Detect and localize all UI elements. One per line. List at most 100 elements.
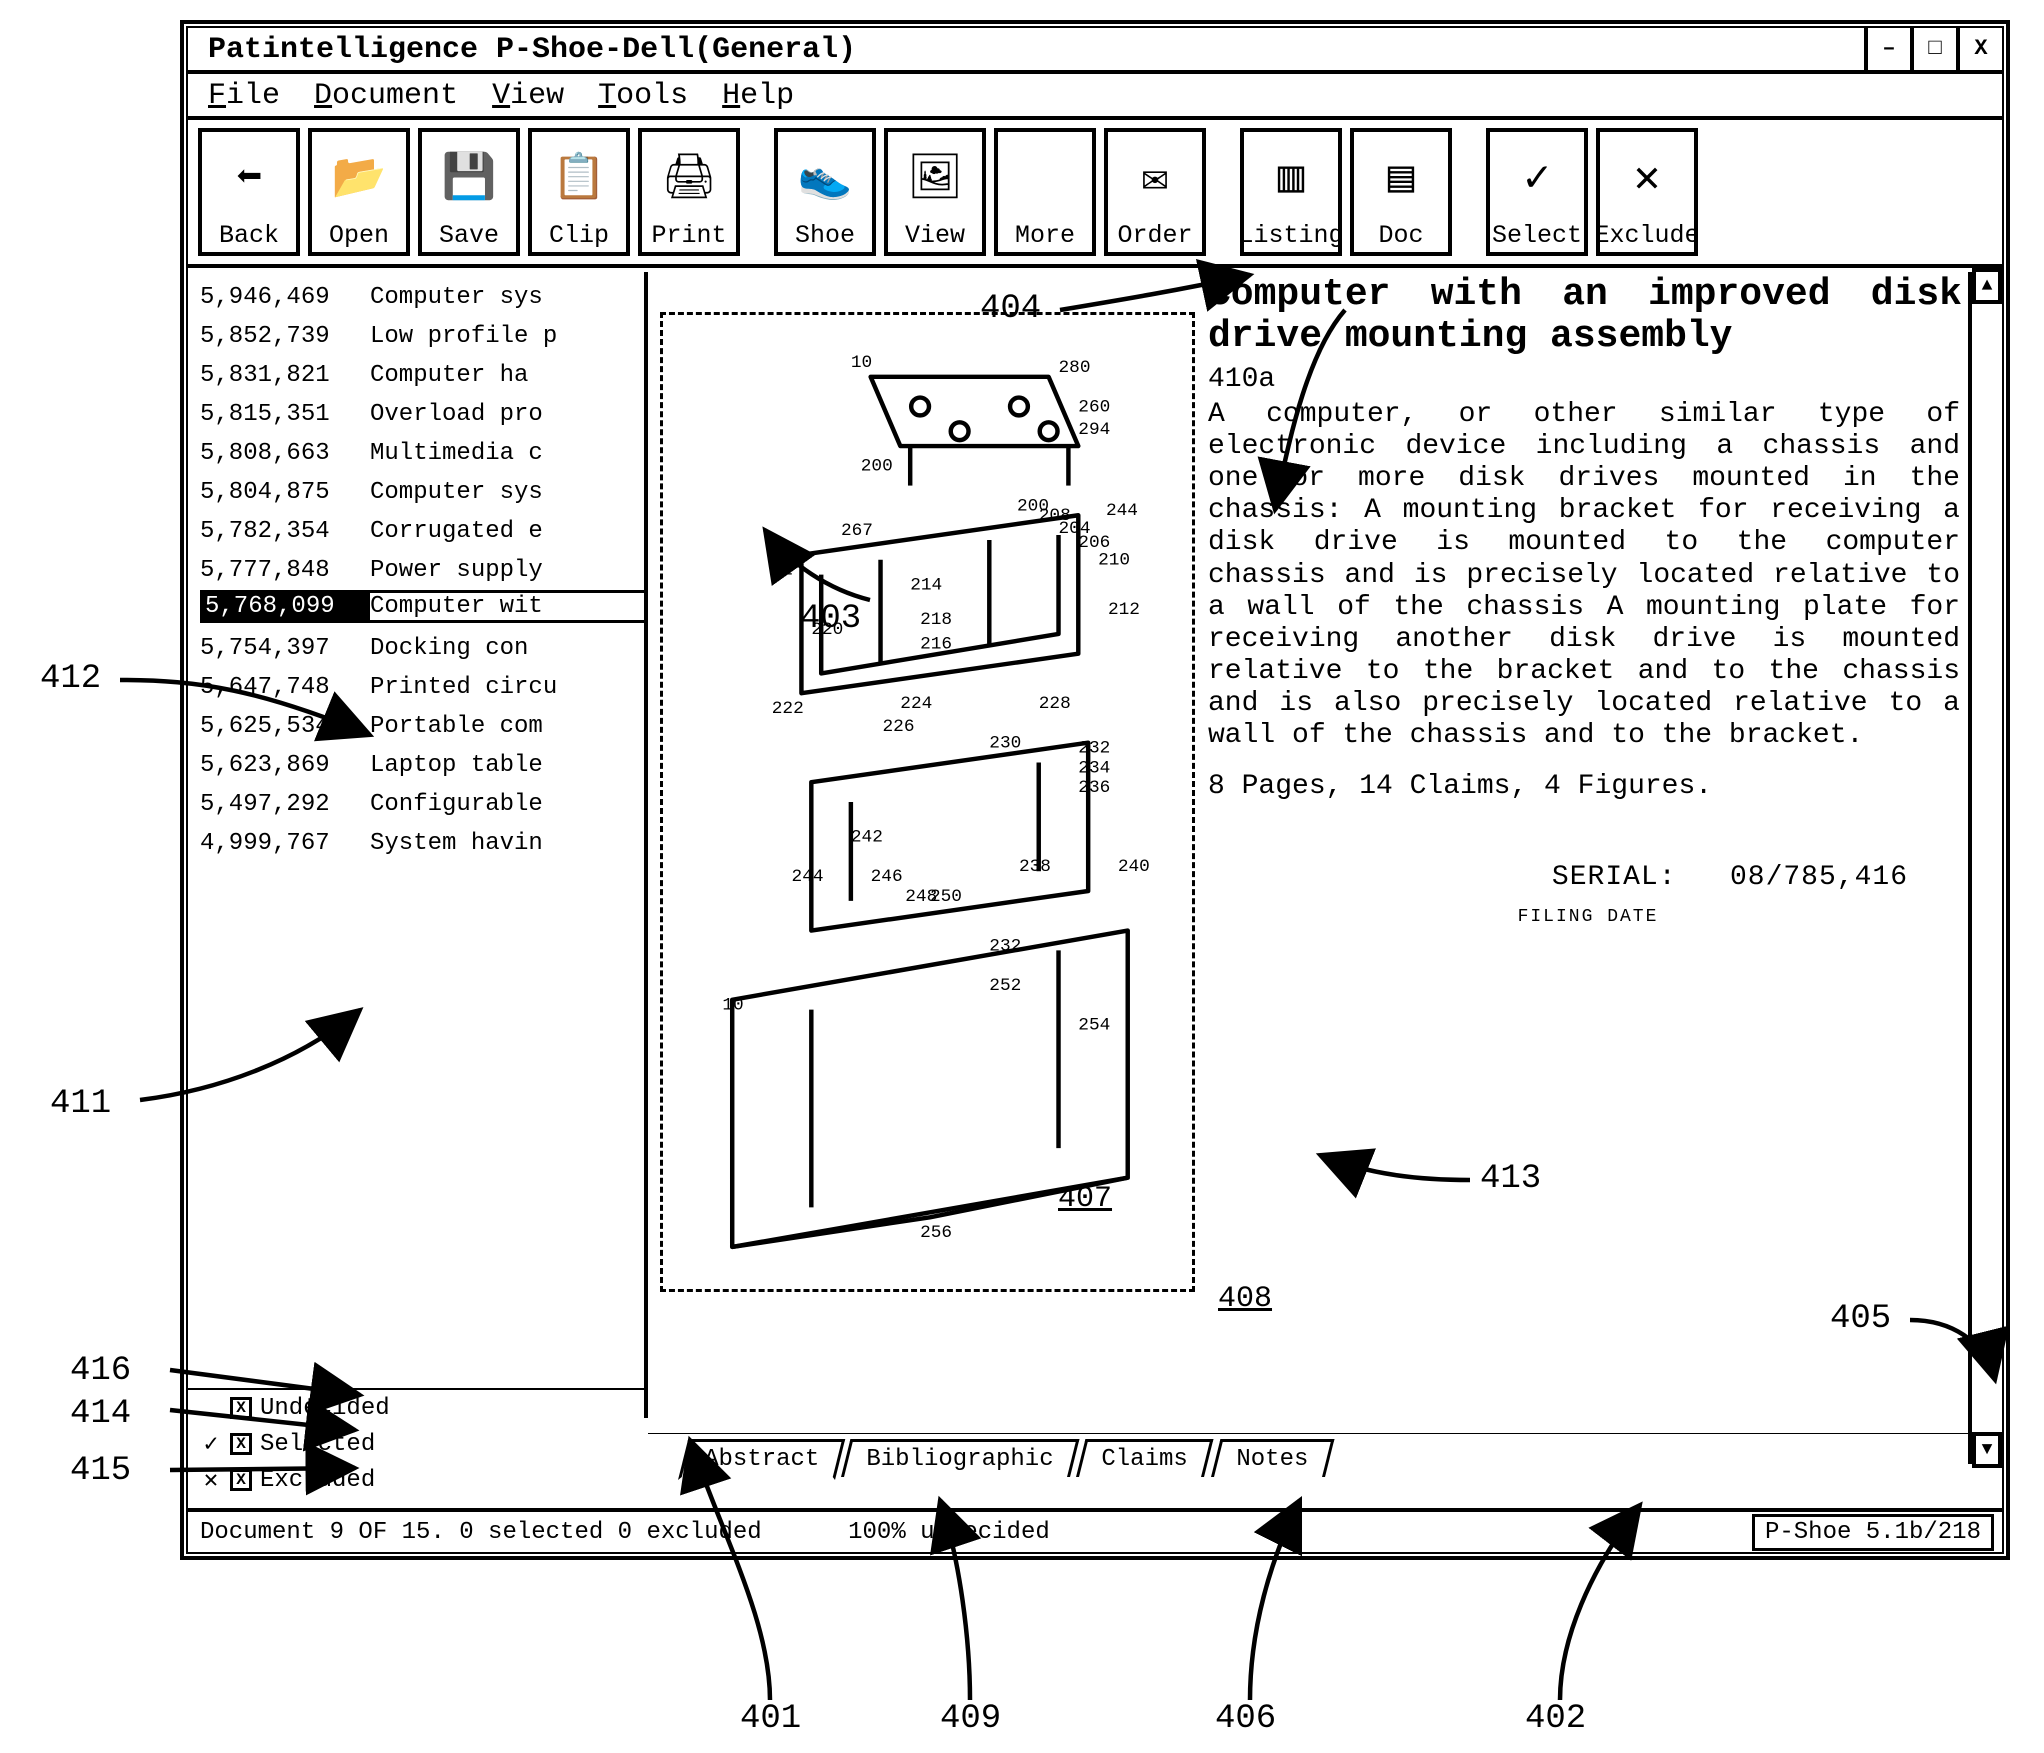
- select-button[interactable]: ✓ Select: [1486, 128, 1588, 256]
- listing-button[interactable]: ▥ Listing: [1240, 128, 1342, 256]
- svg-text:244: 244: [1106, 501, 1138, 521]
- blank-mark-icon: [200, 1395, 222, 1422]
- patent-number: 5,754,397: [200, 629, 370, 668]
- list-item[interactable]: 5,625,534Portable com: [200, 707, 644, 746]
- svg-text:280: 280: [1059, 358, 1091, 378]
- clipboard-icon: 📋: [552, 138, 607, 217]
- patent-title-snippet: Configurable: [370, 785, 644, 824]
- svg-text:200: 200: [1017, 496, 1049, 516]
- maximize-icon[interactable]: □: [1910, 28, 1956, 70]
- filter-undecided[interactable]: X Undecided: [200, 1390, 648, 1426]
- svg-text:10: 10: [722, 996, 743, 1016]
- patent-number: 5,852,739: [200, 317, 370, 356]
- list-item[interactable]: 5,754,397Docking con: [200, 629, 644, 668]
- filter-selected[interactable]: ✓ X Selected: [200, 1426, 648, 1462]
- check-mark-icon: ✓: [200, 1429, 222, 1459]
- svg-text:294: 294: [1078, 420, 1110, 440]
- menu-tools[interactable]: Tools: [598, 74, 688, 116]
- patent-title-snippet: System havin: [370, 824, 644, 863]
- open-button[interactable]: 📂 Open: [308, 128, 410, 256]
- checkbox-icon[interactable]: X: [230, 1433, 252, 1455]
- check-icon: ✓: [1524, 138, 1551, 217]
- callout-407: 407: [1058, 1182, 1112, 1216]
- document-title: Computer with an improved disk drive mou…: [1208, 274, 1962, 358]
- exclude-button[interactable]: ✕ Exclude: [1596, 128, 1698, 256]
- tab-abstract[interactable]: Abstract: [678, 1439, 845, 1480]
- shoe-button[interactable]: 👟 Shoe: [774, 128, 876, 256]
- svg-text:246: 246: [871, 867, 903, 887]
- save-button[interactable]: 💾 Save: [418, 128, 520, 256]
- order-icon: ✉︎: [1142, 138, 1169, 217]
- list-item[interactable]: 5,946,469Computer sys: [200, 278, 644, 317]
- svg-text:224: 224: [900, 694, 932, 714]
- serial-number: 08/785,416: [1730, 862, 1908, 893]
- list-item[interactable]: 5,815,351Overload pro: [200, 395, 644, 434]
- patent-number: 4,999,767: [200, 824, 370, 863]
- svg-text:230: 230: [989, 734, 1021, 754]
- doc-button[interactable]: ▤ Doc: [1350, 128, 1452, 256]
- close-icon[interactable]: X: [1956, 28, 2002, 70]
- patent-title-snippet: Multimedia c: [370, 434, 644, 473]
- checkbox-icon[interactable]: X: [230, 1469, 252, 1491]
- list-item[interactable]: 5,782,354Corrugated e: [200, 512, 644, 551]
- vertical-scrollbar[interactable]: ▲ ▼: [1968, 272, 2002, 1464]
- view-button[interactable]: 🖼 View: [884, 128, 986, 256]
- patent-number: 5,946,469: [200, 278, 370, 317]
- filter-excluded[interactable]: ✕ X Excluded: [200, 1462, 648, 1498]
- checkbox-icon[interactable]: X: [230, 1397, 252, 1419]
- filing-date-label: FILING DATE: [1208, 907, 1968, 927]
- listing-icon: ▥: [1278, 138, 1305, 217]
- scroll-down-icon[interactable]: ▼: [1972, 1432, 2002, 1468]
- patent-title-snippet: Power supply: [370, 551, 644, 590]
- toolbar: ⬅ Back 📂 Open 💾 Save 📋 Clip 🖨 Print �: [188, 120, 2002, 268]
- list-item[interactable]: 4,999,767System havin: [200, 824, 644, 863]
- list-item[interactable]: 5,777,848Power supply: [200, 551, 644, 590]
- minimize-icon[interactable]: –: [1864, 28, 1910, 70]
- patent-title-snippet: Docking con: [370, 629, 644, 668]
- svg-text:222: 222: [772, 699, 804, 719]
- menu-document[interactable]: Document: [314, 74, 458, 116]
- callout-414: 414: [70, 1395, 131, 1433]
- tab-notes[interactable]: Notes: [1211, 1439, 1334, 1477]
- back-button[interactable]: ⬅ Back: [198, 128, 300, 256]
- order-button[interactable]: ✉︎ Order: [1104, 128, 1206, 256]
- callout-412: 412: [40, 660, 101, 698]
- list-item[interactable]: 5,497,292Configurable: [200, 785, 644, 824]
- shoe-icon: 👟: [798, 138, 853, 217]
- callout-415: 415: [70, 1452, 131, 1490]
- list-item[interactable]: 5,831,821Computer ha: [200, 356, 644, 395]
- status-counts: Document 9 OF 15. 0 selected 0 excluded: [200, 1519, 762, 1546]
- list-item[interactable]: 5,852,739Low profile p: [200, 317, 644, 356]
- list-item[interactable]: 5,623,869Laptop table: [200, 746, 644, 785]
- list-item[interactable]: 5,768,099Computer wit: [200, 590, 644, 629]
- list-item[interactable]: 5,647,748Printed circu: [200, 668, 644, 707]
- scroll-up-icon[interactable]: ▲: [1972, 268, 2002, 304]
- summary-line: 8 Pages, 14 Claims, 4 Figures.: [1208, 771, 1968, 802]
- patent-number: 5,647,748: [200, 668, 370, 707]
- results-list[interactable]: 5,946,469Computer sys5,852,739Low profil…: [188, 272, 648, 1418]
- menu-help[interactable]: Help: [722, 74, 794, 116]
- menu-file[interactable]: File: [208, 74, 280, 116]
- svg-text:200: 200: [861, 457, 893, 477]
- patent-number: 5,782,354: [200, 512, 370, 551]
- patent-title-snippet: Low profile p: [370, 317, 644, 356]
- tab-bibliographic[interactable]: Bibliographic: [841, 1439, 1080, 1477]
- arrow-left-icon: ⬅: [236, 138, 263, 217]
- serial-line: SERIAL: 08/785,416: [1208, 862, 1968, 893]
- svg-text:260: 260: [1078, 397, 1110, 417]
- list-item[interactable]: 5,804,875Computer sys: [200, 473, 644, 512]
- svg-text:226: 226: [883, 717, 915, 737]
- floppy-icon: 💾: [442, 138, 497, 217]
- document-pane: 10 280 260 294 200 32 267 220 214 218 21…: [648, 272, 1968, 1464]
- list-item[interactable]: 5,808,663Multimedia c: [200, 434, 644, 473]
- svg-text:212: 212: [1108, 600, 1140, 620]
- print-button[interactable]: 🖨 Print: [638, 128, 740, 256]
- tab-claims[interactable]: Claims: [1076, 1439, 1214, 1477]
- menu-view[interactable]: View: [492, 74, 564, 116]
- svg-text:10: 10: [851, 353, 872, 373]
- more-button[interactable]: More: [994, 128, 1096, 256]
- patent-title-snippet: Computer sys: [370, 278, 644, 317]
- svg-text:232: 232: [989, 936, 1021, 956]
- callout-416: 416: [70, 1352, 131, 1390]
- clip-button[interactable]: 📋 Clip: [528, 128, 630, 256]
